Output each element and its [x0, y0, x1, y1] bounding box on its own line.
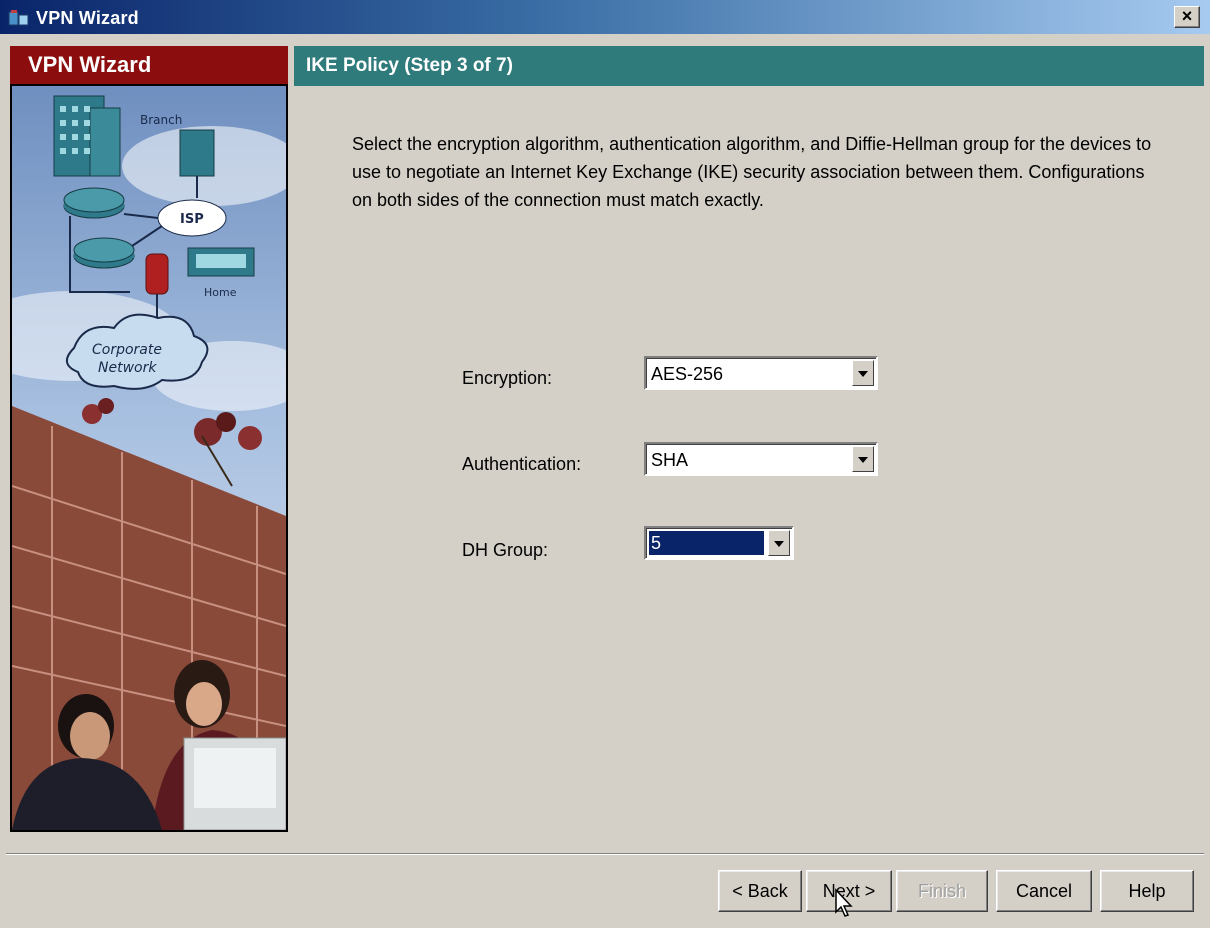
mouse-cursor-icon	[835, 888, 853, 917]
server-icon	[179, 129, 215, 177]
branch-label: Branch	[140, 113, 182, 127]
dh-group-value: 5	[649, 531, 764, 555]
isp-label: ISP	[180, 212, 204, 227]
corporate-label: Corporate	[92, 342, 162, 358]
dh-group-select[interactable]: 5	[644, 526, 794, 560]
dh-group-label: DH Group:	[462, 540, 549, 560]
step-description: Select the encryption algorithm, authent…	[352, 134, 1152, 210]
building-icon	[53, 95, 121, 177]
wizard-illustration: Branch ISP Home Corporate Network	[10, 84, 288, 832]
finish-button[interactable]: Finish	[896, 870, 988, 912]
left-panel-title: VPN Wizard	[10, 46, 288, 84]
dropdown-arrow-icon[interactable]	[768, 530, 790, 556]
encryption-label: Encryption:	[462, 368, 553, 388]
back-button[interactable]: < Back	[718, 870, 802, 912]
encryption-select[interactable]: AES-256	[644, 356, 878, 390]
firewall-icon	[145, 253, 169, 295]
close-icon[interactable]: ×	[1174, 6, 1200, 28]
title-bar[interactable]: VPN Wizard ×	[0, 0, 1210, 34]
router-icon	[63, 187, 125, 219]
vpn-wizard-app-icon	[8, 10, 29, 26]
help-button[interactable]: Help	[1100, 870, 1194, 912]
authentication-value: SHA	[651, 450, 689, 470]
network-illustration: Branch ISP Home Corporate Network	[12, 86, 286, 830]
footer-separator	[6, 853, 1204, 855]
dropdown-arrow-icon[interactable]	[852, 446, 874, 472]
dropdown-arrow-icon[interactable]	[852, 360, 874, 386]
window-title: VPN Wizard	[36, 8, 139, 28]
encryption-value: AES-256	[651, 364, 724, 384]
authentication-label: Authentication:	[462, 454, 582, 474]
step-title: IKE Policy (Step 3 of 7)	[294, 46, 1204, 86]
home-label: Home	[204, 286, 237, 299]
network-label: Network	[98, 360, 157, 376]
cancel-button[interactable]: Cancel	[996, 870, 1092, 912]
vpn-wizard-window: VPN Wizard × VPN Wizard Branch ISP Home …	[0, 0, 1210, 928]
router-icon	[73, 237, 135, 269]
authentication-select[interactable]: SHA	[644, 442, 878, 476]
